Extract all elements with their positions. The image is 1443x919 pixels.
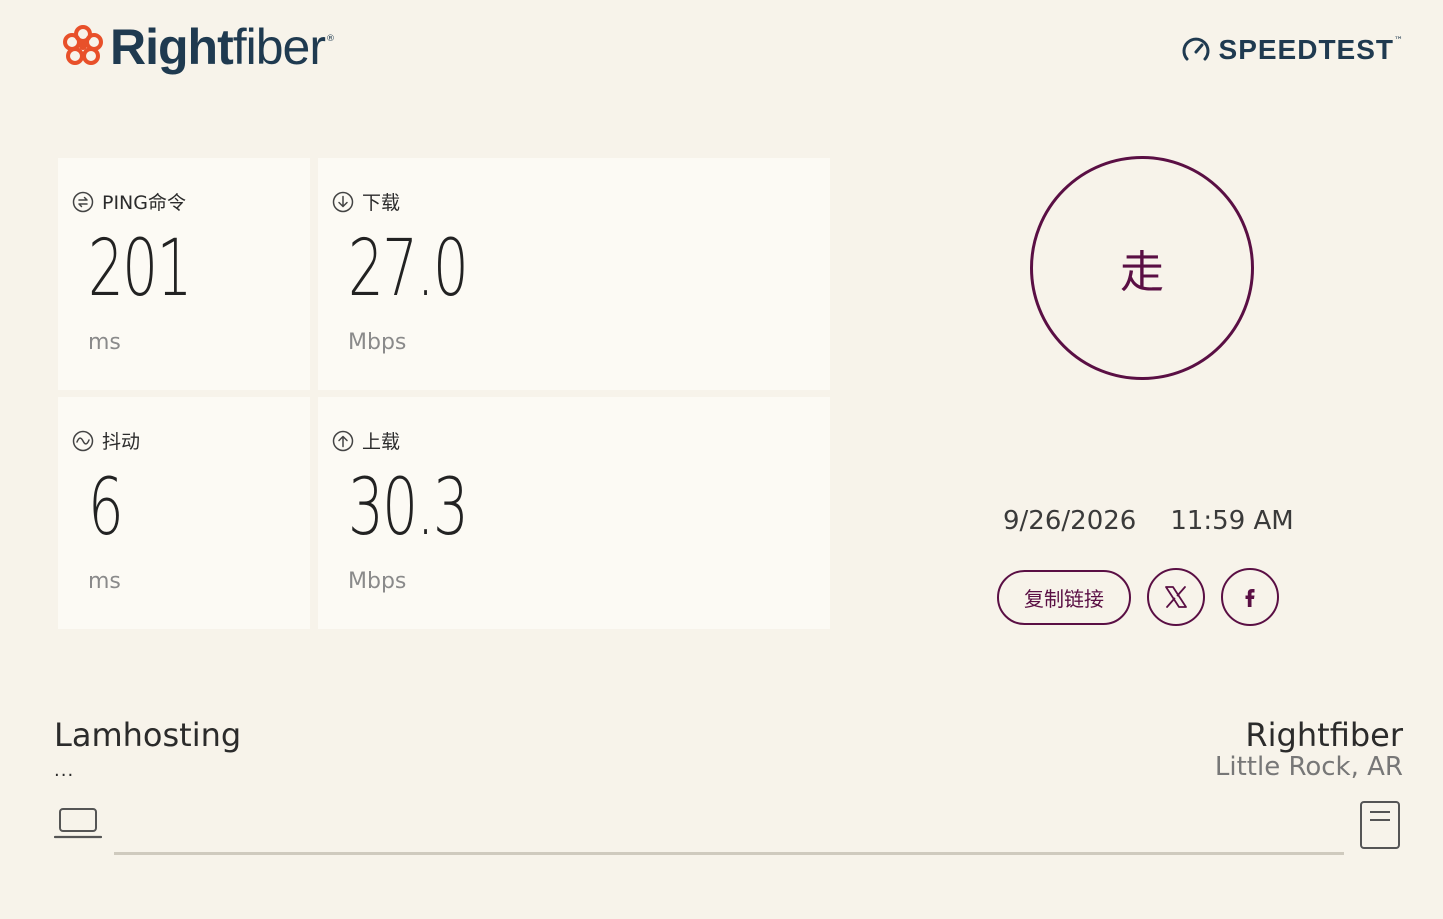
upload-icon — [332, 430, 354, 451]
upload-label: 上载 — [362, 431, 401, 453]
connection-line — [114, 852, 1344, 855]
jitter-icon — [72, 430, 94, 451]
laptop-icon — [54, 808, 102, 839]
trademark-mark: ™ — [1394, 36, 1403, 46]
speedtest-label: SPEEDTEST — [1218, 34, 1394, 65]
upload-card: 上载 30.3 Mbps — [318, 397, 830, 629]
ping-label: PING命令 — [102, 192, 186, 214]
jitter-label: 抖动 — [102, 431, 141, 453]
x-logo-icon — [1165, 586, 1187, 608]
server-name[interactable]: Rightfiber — [1245, 716, 1403, 754]
facebook-icon — [1245, 589, 1255, 607]
client-ip: ... — [54, 760, 75, 781]
client-isp-name: Lamhosting — [54, 716, 242, 754]
registered-mark: ® — [326, 34, 335, 44]
upload-unit: Mbps — [348, 569, 407, 594]
server-icon — [1360, 801, 1400, 849]
result-datetime: 9/26/2026 11:59 AM — [1003, 506, 1294, 536]
ping-value: 201 — [88, 224, 192, 314]
download-unit: Mbps — [348, 330, 407, 355]
share-x-button[interactable] — [1147, 568, 1205, 626]
download-icon — [332, 191, 354, 212]
ping-card: PING命令 201 ms — [58, 158, 310, 390]
result-time: 11:59 AM — [1170, 506, 1294, 536]
ping-unit: ms — [88, 330, 121, 355]
download-card: 下载 27.0 Mbps — [318, 158, 830, 390]
jitter-card: 抖动 6 ms — [58, 397, 310, 629]
jitter-unit: ms — [88, 569, 121, 594]
download-value: 27.0 — [348, 224, 469, 314]
copy-link-label: 复制链接 — [1024, 586, 1104, 611]
upload-value: 30.3 — [348, 463, 469, 553]
speedometer-icon — [1182, 37, 1210, 61]
go-label: 走 — [1120, 247, 1164, 298]
go-button[interactable]: 走 — [1030, 156, 1254, 380]
jitter-value: 6 — [88, 463, 124, 553]
share-row: 复制链接 — [997, 568, 1279, 626]
ping-icon — [72, 191, 94, 212]
brand-name: Rightfiber — [110, 19, 326, 75]
server-location: Little Rock, AR — [1214, 752, 1403, 782]
share-facebook-button[interactable] — [1221, 568, 1279, 626]
result-date: 9/26/2026 — [1003, 506, 1137, 536]
speedtest-logo[interactable]: SPEEDTEST ™ — [1181, 34, 1403, 66]
download-label: 下载 — [362, 192, 401, 214]
copy-link-button[interactable]: 复制链接 — [997, 569, 1131, 625]
rightfiber-flower-icon — [63, 25, 103, 65]
rightfiber-logo[interactable]: Rightfiber ® — [60, 22, 335, 72]
